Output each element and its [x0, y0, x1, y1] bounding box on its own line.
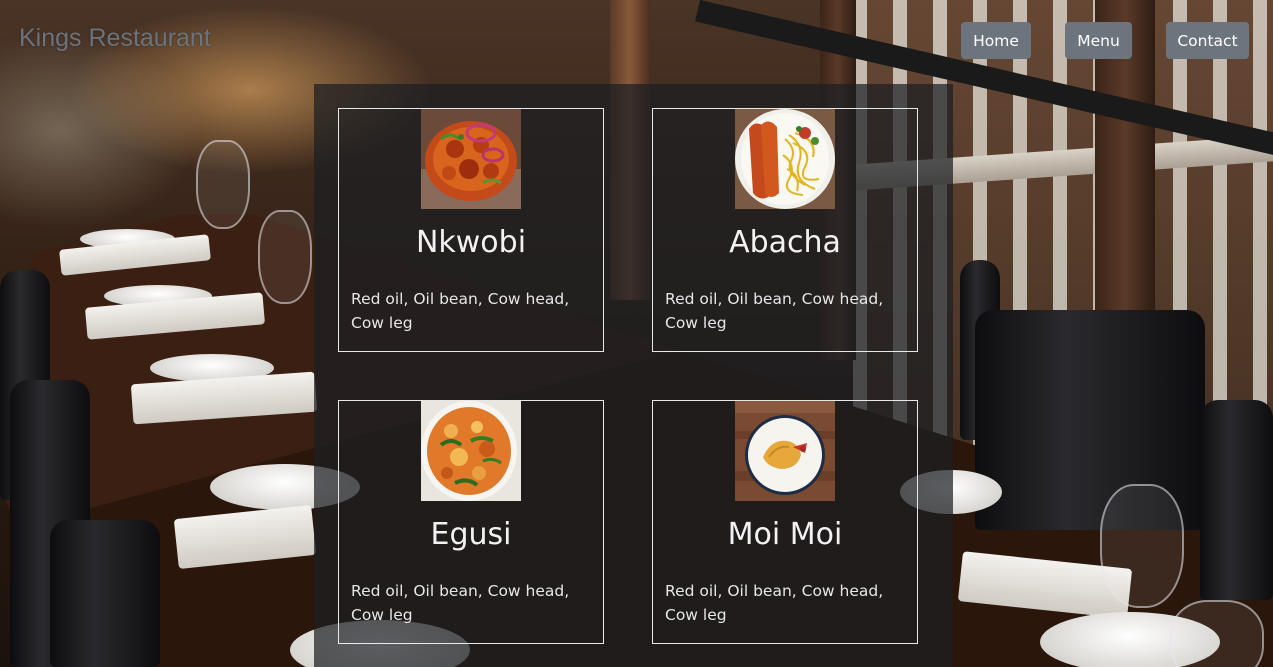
dish-description: Red oil, Oil bean, Cow head, Cow leg	[665, 582, 884, 624]
dish-photo-moi-moi	[735, 401, 835, 501]
dish-name: Moi Moi	[727, 517, 843, 552]
dish-photo-abacha	[735, 109, 835, 209]
menu-card-egusi[interactable]: Egusi Red oil, Oil bean, Cow head, Cow l…	[338, 400, 604, 644]
menu-card-moi-moi[interactable]: Moi Moi Red oil, Oil bean, Cow head, Cow…	[652, 400, 918, 644]
dish-description: Red oil, Oil bean, Cow head, Cow leg	[665, 290, 884, 332]
background-glass	[1100, 484, 1184, 608]
brand-title[interactable]: Kings Restaurant	[19, 24, 211, 53]
background-glass	[196, 140, 250, 229]
nav-home-button[interactable]: Home	[961, 22, 1031, 59]
page: Kings Restaurant Home Menu Contact Nkwob…	[0, 0, 1273, 667]
dish-description: Red oil, Oil bean, Cow head, Cow leg	[351, 582, 570, 624]
nav-contact-button[interactable]: Contact	[1166, 22, 1249, 59]
menu-card-abacha[interactable]: Abacha Red oil, Oil bean, Cow head, Cow …	[652, 108, 918, 352]
menu-card-nkwobi[interactable]: Nkwobi Red oil, Oil bean, Cow head, Cow …	[338, 108, 604, 352]
dish-photo-egusi	[421, 401, 521, 501]
dish-name: Nkwobi	[415, 225, 527, 260]
background-chair	[1200, 400, 1273, 600]
background-glass	[258, 210, 312, 304]
nav-menu-button[interactable]: Menu	[1065, 22, 1132, 59]
dish-name: Abacha	[729, 225, 841, 260]
dish-description: Red oil, Oil bean, Cow head, Cow leg	[351, 290, 570, 332]
dish-photo-nkwobi	[421, 109, 521, 209]
dish-name: Egusi	[430, 517, 512, 552]
background-chair	[50, 520, 160, 667]
background-glass	[1170, 600, 1264, 667]
